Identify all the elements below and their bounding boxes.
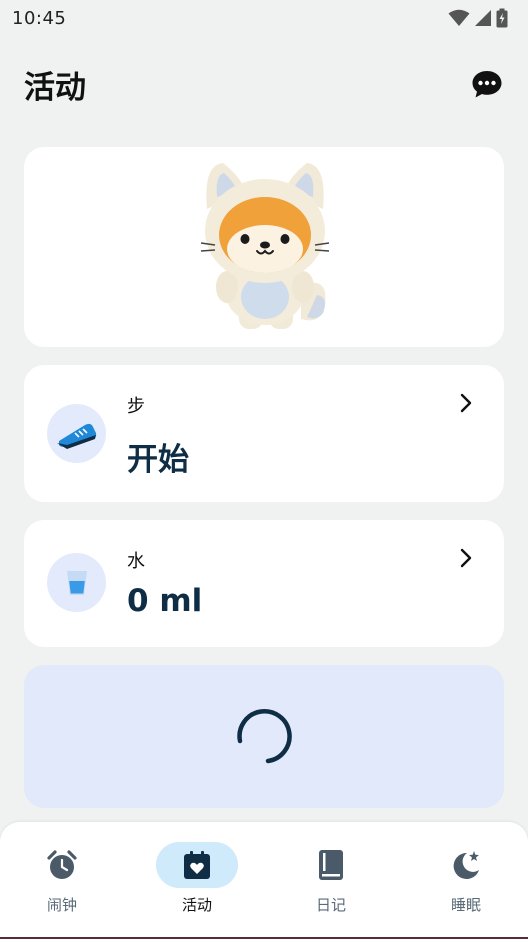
calendar-heart-icon <box>184 851 210 879</box>
diary-book-icon <box>319 850 343 880</box>
nav-item-diary[interactable]: 日记 <box>281 842 381 922</box>
loading-spinner-icon <box>237 708 292 763</box>
nav-label: 闹钟 <box>46 896 77 914</box>
nav-label: 日记 <box>315 896 346 914</box>
nav-pill <box>290 842 372 888</box>
nav-item-activity[interactable]: 活动 <box>147 842 247 922</box>
status-bar: 10:45 <box>0 0 528 36</box>
cellular-signal-icon <box>475 10 491 26</box>
water-card[interactable]: 水 0 ml <box>24 520 504 647</box>
water-icon-circle <box>47 553 106 612</box>
chat-bubble-icon <box>472 71 502 98</box>
chat-button[interactable] <box>470 67 504 101</box>
battery-charging-icon <box>496 8 508 28</box>
nav-item-alarm[interactable]: 闹钟 <box>12 842 112 922</box>
mascot-card <box>24 147 504 347</box>
steps-card[interactable]: 步 开始 <box>24 365 504 502</box>
shoe-icon <box>56 423 96 449</box>
chevron-right-icon <box>460 548 472 568</box>
page-title: 活动 <box>24 69 86 106</box>
status-icons <box>448 8 508 28</box>
loading-card <box>24 665 504 808</box>
moon-star-icon <box>453 851 479 879</box>
nav-pill-active <box>156 842 238 888</box>
nav-pill <box>425 842 507 888</box>
steps-icon-circle <box>47 404 106 463</box>
nav-label: 活动 <box>181 896 212 914</box>
nav-pill <box>21 842 103 888</box>
steps-label: 步 <box>127 396 145 417</box>
wifi-icon <box>448 9 470 26</box>
steps-value: 开始 <box>127 442 189 478</box>
nav-label: 睡眠 <box>450 896 481 914</box>
water-glass-icon <box>66 570 87 595</box>
status-time: 10:45 <box>12 7 67 29</box>
water-value: 0 ml <box>127 583 203 619</box>
nav-item-sleep[interactable]: 睡眠 <box>416 842 516 922</box>
alarm-clock-icon <box>47 850 77 879</box>
page-header: 活动 <box>0 56 528 112</box>
mascot-image <box>200 163 330 329</box>
bottom-nav: 闹钟 活动 日记 睡眠 <box>0 822 528 939</box>
water-label: 水 <box>127 551 145 572</box>
chevron-right-icon <box>460 393 472 413</box>
